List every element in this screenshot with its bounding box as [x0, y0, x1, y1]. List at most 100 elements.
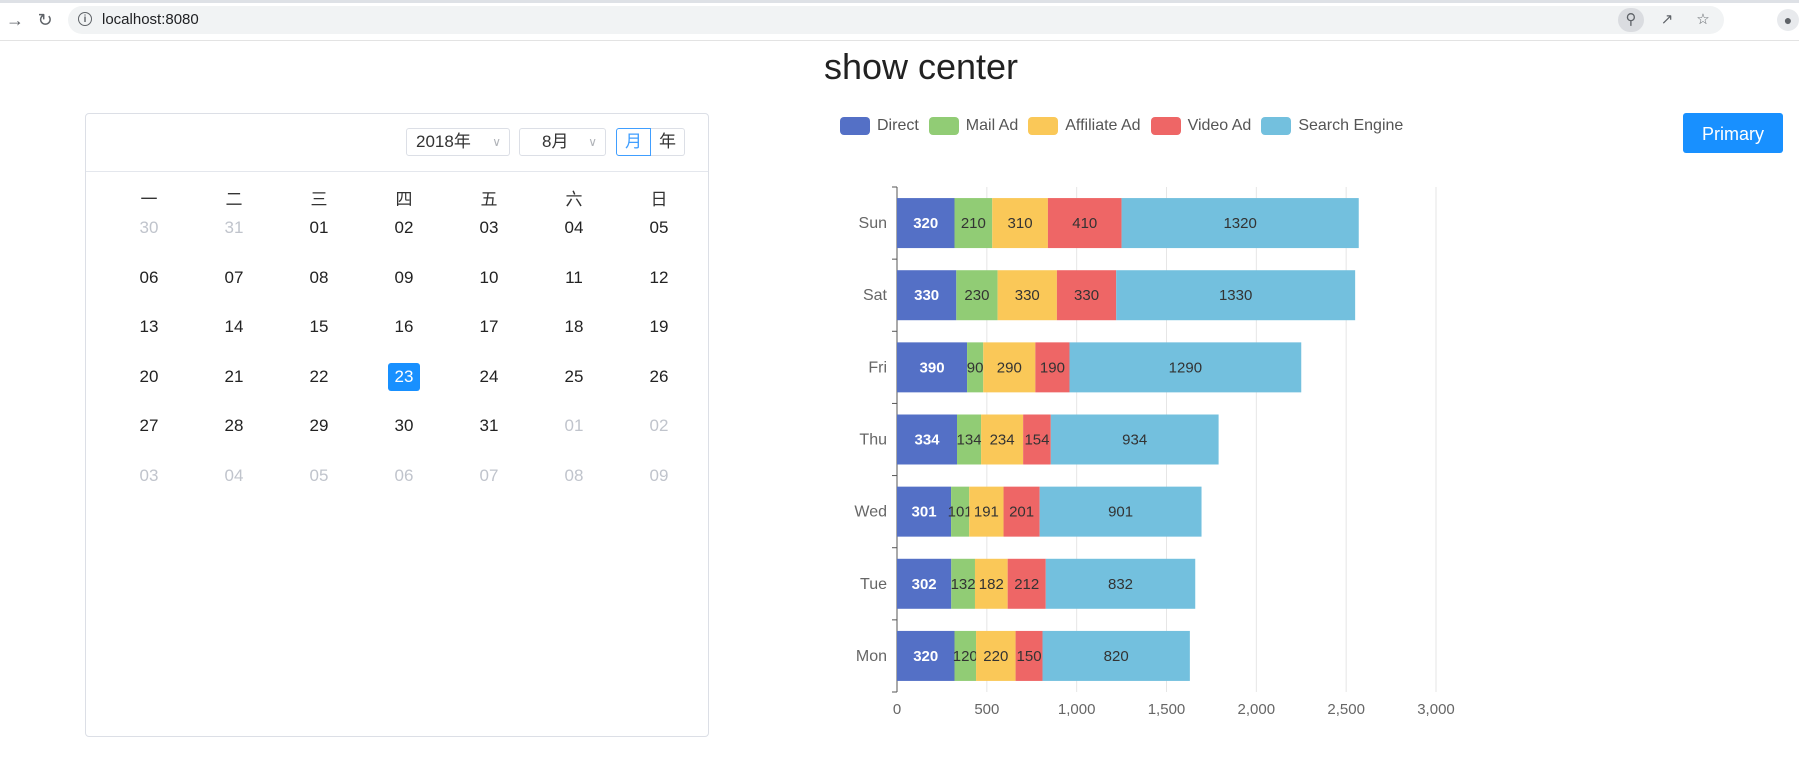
calendar-day[interactable]: 05	[303, 462, 335, 490]
calendar-day[interactable]: 04	[218, 462, 250, 490]
weekday-label: 日	[650, 190, 668, 209]
zoom-icon[interactable]: ⚲	[1618, 8, 1644, 32]
x-tick-label: 1,500	[1148, 701, 1186, 718]
calendar-day[interactable]: 03	[133, 462, 165, 490]
bar-data-label: 120	[953, 648, 978, 665]
weekday-label: 四	[395, 190, 413, 209]
x-tick-label: 500	[974, 701, 999, 718]
bar-data-label: 290	[997, 359, 1022, 376]
x-tick-label: 0	[893, 701, 901, 718]
calendar-day[interactable]: 06	[388, 462, 420, 490]
x-tick-label: 2,000	[1238, 701, 1276, 718]
calendar-day[interactable]: 27	[133, 412, 165, 440]
year-select[interactable]: 2018年 ∨	[406, 128, 510, 156]
bar-data-label: 410	[1072, 215, 1097, 232]
tab-strip-edge	[0, 0, 1799, 3]
calendar-day[interactable]: 04	[558, 214, 590, 242]
calendar-day[interactable]: 13	[133, 313, 165, 341]
month-select[interactable]: 8月 ∨	[519, 128, 606, 156]
calendar-day[interactable]: 07	[473, 462, 505, 490]
calendar-day[interactable]: 24	[473, 363, 505, 391]
bar-data-label: 210	[961, 215, 986, 232]
reload-icon[interactable]: ↻	[34, 9, 56, 31]
bar-data-label: 320	[913, 215, 938, 232]
info-icon[interactable]: i	[78, 12, 92, 26]
calendar-day[interactable]: 03	[473, 214, 505, 242]
calendar-day[interactable]: 31	[218, 214, 250, 242]
calendar-day[interactable]: 02	[643, 412, 675, 440]
calendar-day[interactable]: 30	[388, 412, 420, 440]
chart-container: Direct Mail Ad Affiliate Ad Video Ad Search …	[840, 105, 1480, 730]
year-select-value: 2018年	[416, 132, 471, 151]
bar-data-label: 154	[1024, 432, 1049, 449]
y-category-label: Fri	[868, 359, 887, 376]
calendar-day[interactable]: 31	[473, 412, 505, 440]
weekday-label: 一	[140, 190, 158, 209]
calendar-day[interactable]: 30	[133, 214, 165, 242]
mode-month-button[interactable]: 月	[616, 128, 651, 156]
y-category-label: Mon	[856, 648, 887, 665]
page-title: show center	[823, 46, 1019, 87]
calendar-day[interactable]: 09	[388, 264, 420, 292]
bar-data-label: 1290	[1169, 359, 1202, 376]
calendar-day[interactable]: 22	[303, 363, 335, 391]
weekday-label: 六	[565, 190, 583, 209]
back-arrow-icon[interactable]: →	[4, 9, 26, 31]
address-bar[interactable]: i localhost:8080 ⚲ ↗ ☆	[68, 6, 1724, 34]
calendar-day[interactable]: 12	[643, 264, 675, 292]
x-tick-label: 3,000	[1417, 701, 1455, 718]
bar-data-label: 330	[914, 287, 939, 304]
bar-data-label: 190	[1040, 359, 1065, 376]
bar-data-label: 334	[914, 432, 940, 449]
calendar-day[interactable]: 08	[303, 264, 335, 292]
calendar-day[interactable]: 06	[133, 264, 165, 292]
calendar-day-today[interactable]: 23	[388, 362, 420, 391]
calendar-day[interactable]: 28	[218, 412, 250, 440]
calendar-day[interactable]: 17	[473, 313, 505, 341]
star-icon[interactable]: ☆	[1690, 8, 1716, 32]
bar-data-label: 832	[1108, 576, 1133, 593]
calendar-day[interactable]: 14	[218, 313, 250, 341]
bar-data-label: 330	[1074, 287, 1099, 304]
calendar-day[interactable]: 16	[388, 313, 420, 341]
y-category-label: Thu	[859, 432, 887, 449]
bar-data-label: 234	[990, 432, 1015, 449]
calendar-day[interactable]: 25	[558, 363, 590, 391]
calendar-day[interactable]: 10	[473, 264, 505, 292]
calendar-day[interactable]: 19	[643, 313, 675, 341]
calendar-day[interactable]: 11	[558, 264, 590, 292]
calendar: 2018年 ∨ 8月 ∨ 月 年 一二三四五六日 30 31 01 02 03 04 05 0…	[85, 113, 709, 737]
share-icon[interactable]: ↗	[1654, 8, 1680, 32]
profile-icon[interactable]: ●	[1777, 9, 1799, 31]
bar-data-label: 301	[912, 504, 937, 521]
chevron-down-icon: ∨	[492, 135, 501, 149]
bar-data-label: 220	[983, 648, 1008, 665]
bar-data-label: 934	[1122, 432, 1147, 449]
x-tick-label: 2,500	[1327, 701, 1365, 718]
bar-data-label: 820	[1104, 648, 1129, 665]
calendar-day[interactable]: 26	[643, 363, 675, 391]
calendar-day[interactable]: 05	[643, 214, 675, 242]
calendar-day[interactable]: 08	[558, 462, 590, 490]
bar-data-label: 302	[912, 576, 937, 593]
weekday-label: 五	[480, 190, 498, 209]
calendar-header: 2018年 ∨ 8月 ∨ 月 年	[86, 114, 708, 172]
mode-year-button[interactable]: 年	[651, 128, 685, 156]
calendar-day[interactable]: 09	[643, 462, 675, 490]
calendar-day[interactable]: 02	[388, 214, 420, 242]
calendar-day[interactable]: 20	[133, 363, 165, 391]
bar-data-label: 1320	[1223, 215, 1256, 232]
primary-button[interactable]: Primary	[1683, 113, 1783, 153]
y-category-label: Sat	[863, 287, 888, 304]
calendar-day[interactable]: 15	[303, 313, 335, 341]
calendar-day[interactable]: 07	[218, 264, 250, 292]
calendar-day[interactable]: 18	[558, 313, 590, 341]
bar-data-label: 310	[1008, 215, 1033, 232]
calendar-day[interactable]: 29	[303, 412, 335, 440]
bar-data-label: 150	[1017, 648, 1042, 665]
calendar-day[interactable]: 01	[558, 412, 590, 440]
calendar-day[interactable]: 21	[218, 363, 250, 391]
bar-data-label: 330	[1015, 287, 1040, 304]
calendar-day[interactable]: 01	[303, 214, 335, 242]
bar-data-label: 320	[913, 648, 938, 665]
